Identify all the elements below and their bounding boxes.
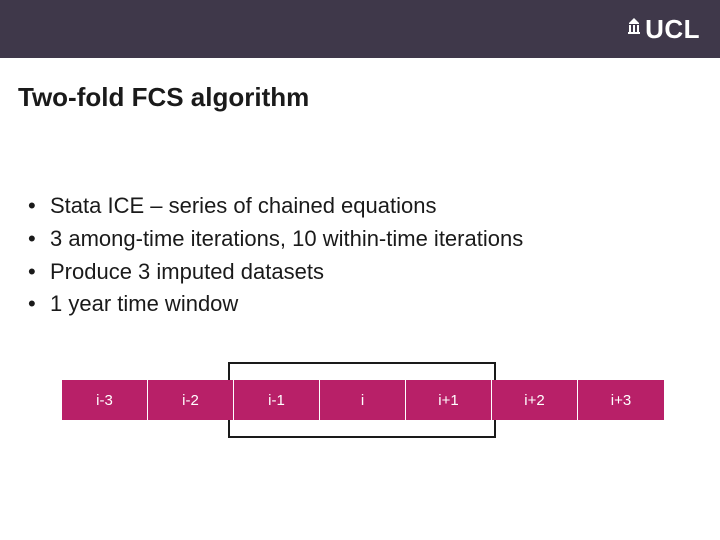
timeline-row: i-3 i-2 i-1 i i+1 i+2 i+3 <box>62 380 682 420</box>
timeline-cell: i-1 <box>234 380 320 420</box>
timeline-cell: i+1 <box>406 380 492 420</box>
ucl-logo: UCL <box>627 14 700 45</box>
logo-text: UCL <box>645 14 700 45</box>
logo-dome-icon <box>627 18 641 36</box>
timeline-cell: i+2 <box>492 380 578 420</box>
timeline-cell: i-2 <box>148 380 234 420</box>
bullet-item: Produce 3 imputed datasets <box>28 257 720 288</box>
timeline-cell: i <box>320 380 406 420</box>
timeline-diagram: i-3 i-2 i-1 i i+1 i+2 i+3 <box>62 380 682 420</box>
bullet-item: 1 year time window <box>28 289 720 320</box>
bullet-item: 3 among-time iterations, 10 within-time … <box>28 224 720 255</box>
timeline-cell: i-3 <box>62 380 148 420</box>
slide-title: Two-fold FCS algorithm <box>0 58 720 113</box>
bullet-item: Stata ICE – series of chained equations <box>28 191 720 222</box>
timeline-cell: i+3 <box>578 380 664 420</box>
bullet-list: Stata ICE – series of chained equations … <box>28 191 720 320</box>
header-bar: UCL <box>0 0 720 58</box>
